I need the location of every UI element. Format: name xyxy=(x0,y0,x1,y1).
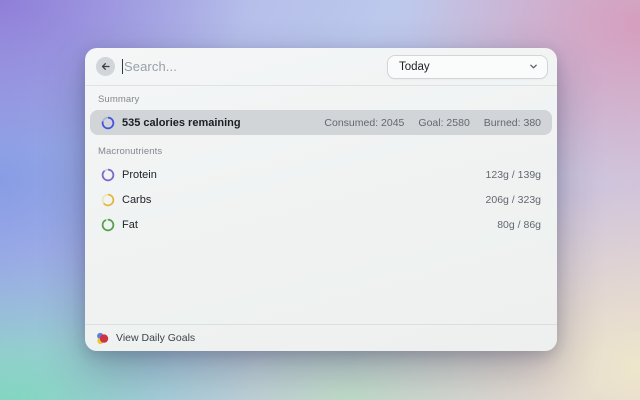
list-item-title: 535 calories remaining xyxy=(122,117,241,129)
goal-stat: Goal: 2580 xyxy=(418,117,469,129)
list-item-title: Protein xyxy=(122,169,157,181)
search-placeholder: Search... xyxy=(124,59,177,74)
chevron-down-icon xyxy=(529,62,538,71)
nutrition-app-icon xyxy=(96,332,109,345)
carbs-value: 206g / 323g xyxy=(486,194,541,206)
section-label-macronutrients: Macronutrients xyxy=(98,146,545,157)
dropdown-selected-value: Today xyxy=(399,61,430,73)
list-item-carbs[interactable]: Carbs 206g / 323g xyxy=(90,187,552,212)
list-item-protein[interactable]: Protein 123g / 139g xyxy=(90,162,552,187)
fat-value: 80g / 86g xyxy=(497,219,541,231)
list-item-title: Fat xyxy=(122,219,138,231)
view-daily-goals-action[interactable]: View Daily Goals xyxy=(85,324,557,351)
text-cursor xyxy=(122,59,123,74)
calories-meta: Consumed: 2045 Goal: 2580 Burned: 380 xyxy=(324,117,541,129)
search-header: Search... Today xyxy=(85,48,557,86)
back-button[interactable] xyxy=(96,57,115,76)
list-item-calories-remaining[interactable]: 535 calories remaining Consumed: 2045 Go… xyxy=(90,110,552,135)
protein-progress-ring-icon xyxy=(101,168,115,182)
search-input[interactable]: Search... xyxy=(122,48,387,85)
protein-value: 123g / 139g xyxy=(486,169,541,181)
burned-stat: Burned: 380 xyxy=(484,117,541,129)
arrow-left-icon xyxy=(100,61,111,72)
list-item-title: Carbs xyxy=(122,194,151,206)
consumed-stat: Consumed: 2045 xyxy=(324,117,404,129)
fat-progress-ring-icon xyxy=(101,218,115,232)
results-list: Summary 535 calories remaining Consumed:… xyxy=(85,86,557,324)
section-label-summary: Summary xyxy=(98,94,545,105)
date-range-dropdown[interactable]: Today xyxy=(387,55,548,79)
calories-progress-ring-icon xyxy=(101,116,115,130)
footer-action-label: View Daily Goals xyxy=(116,332,195,344)
list-item-fat[interactable]: Fat 80g / 86g xyxy=(90,212,552,237)
carbs-progress-ring-icon xyxy=(101,193,115,207)
command-palette-window: Search... Today Summary 535 calories rem… xyxy=(85,48,557,351)
